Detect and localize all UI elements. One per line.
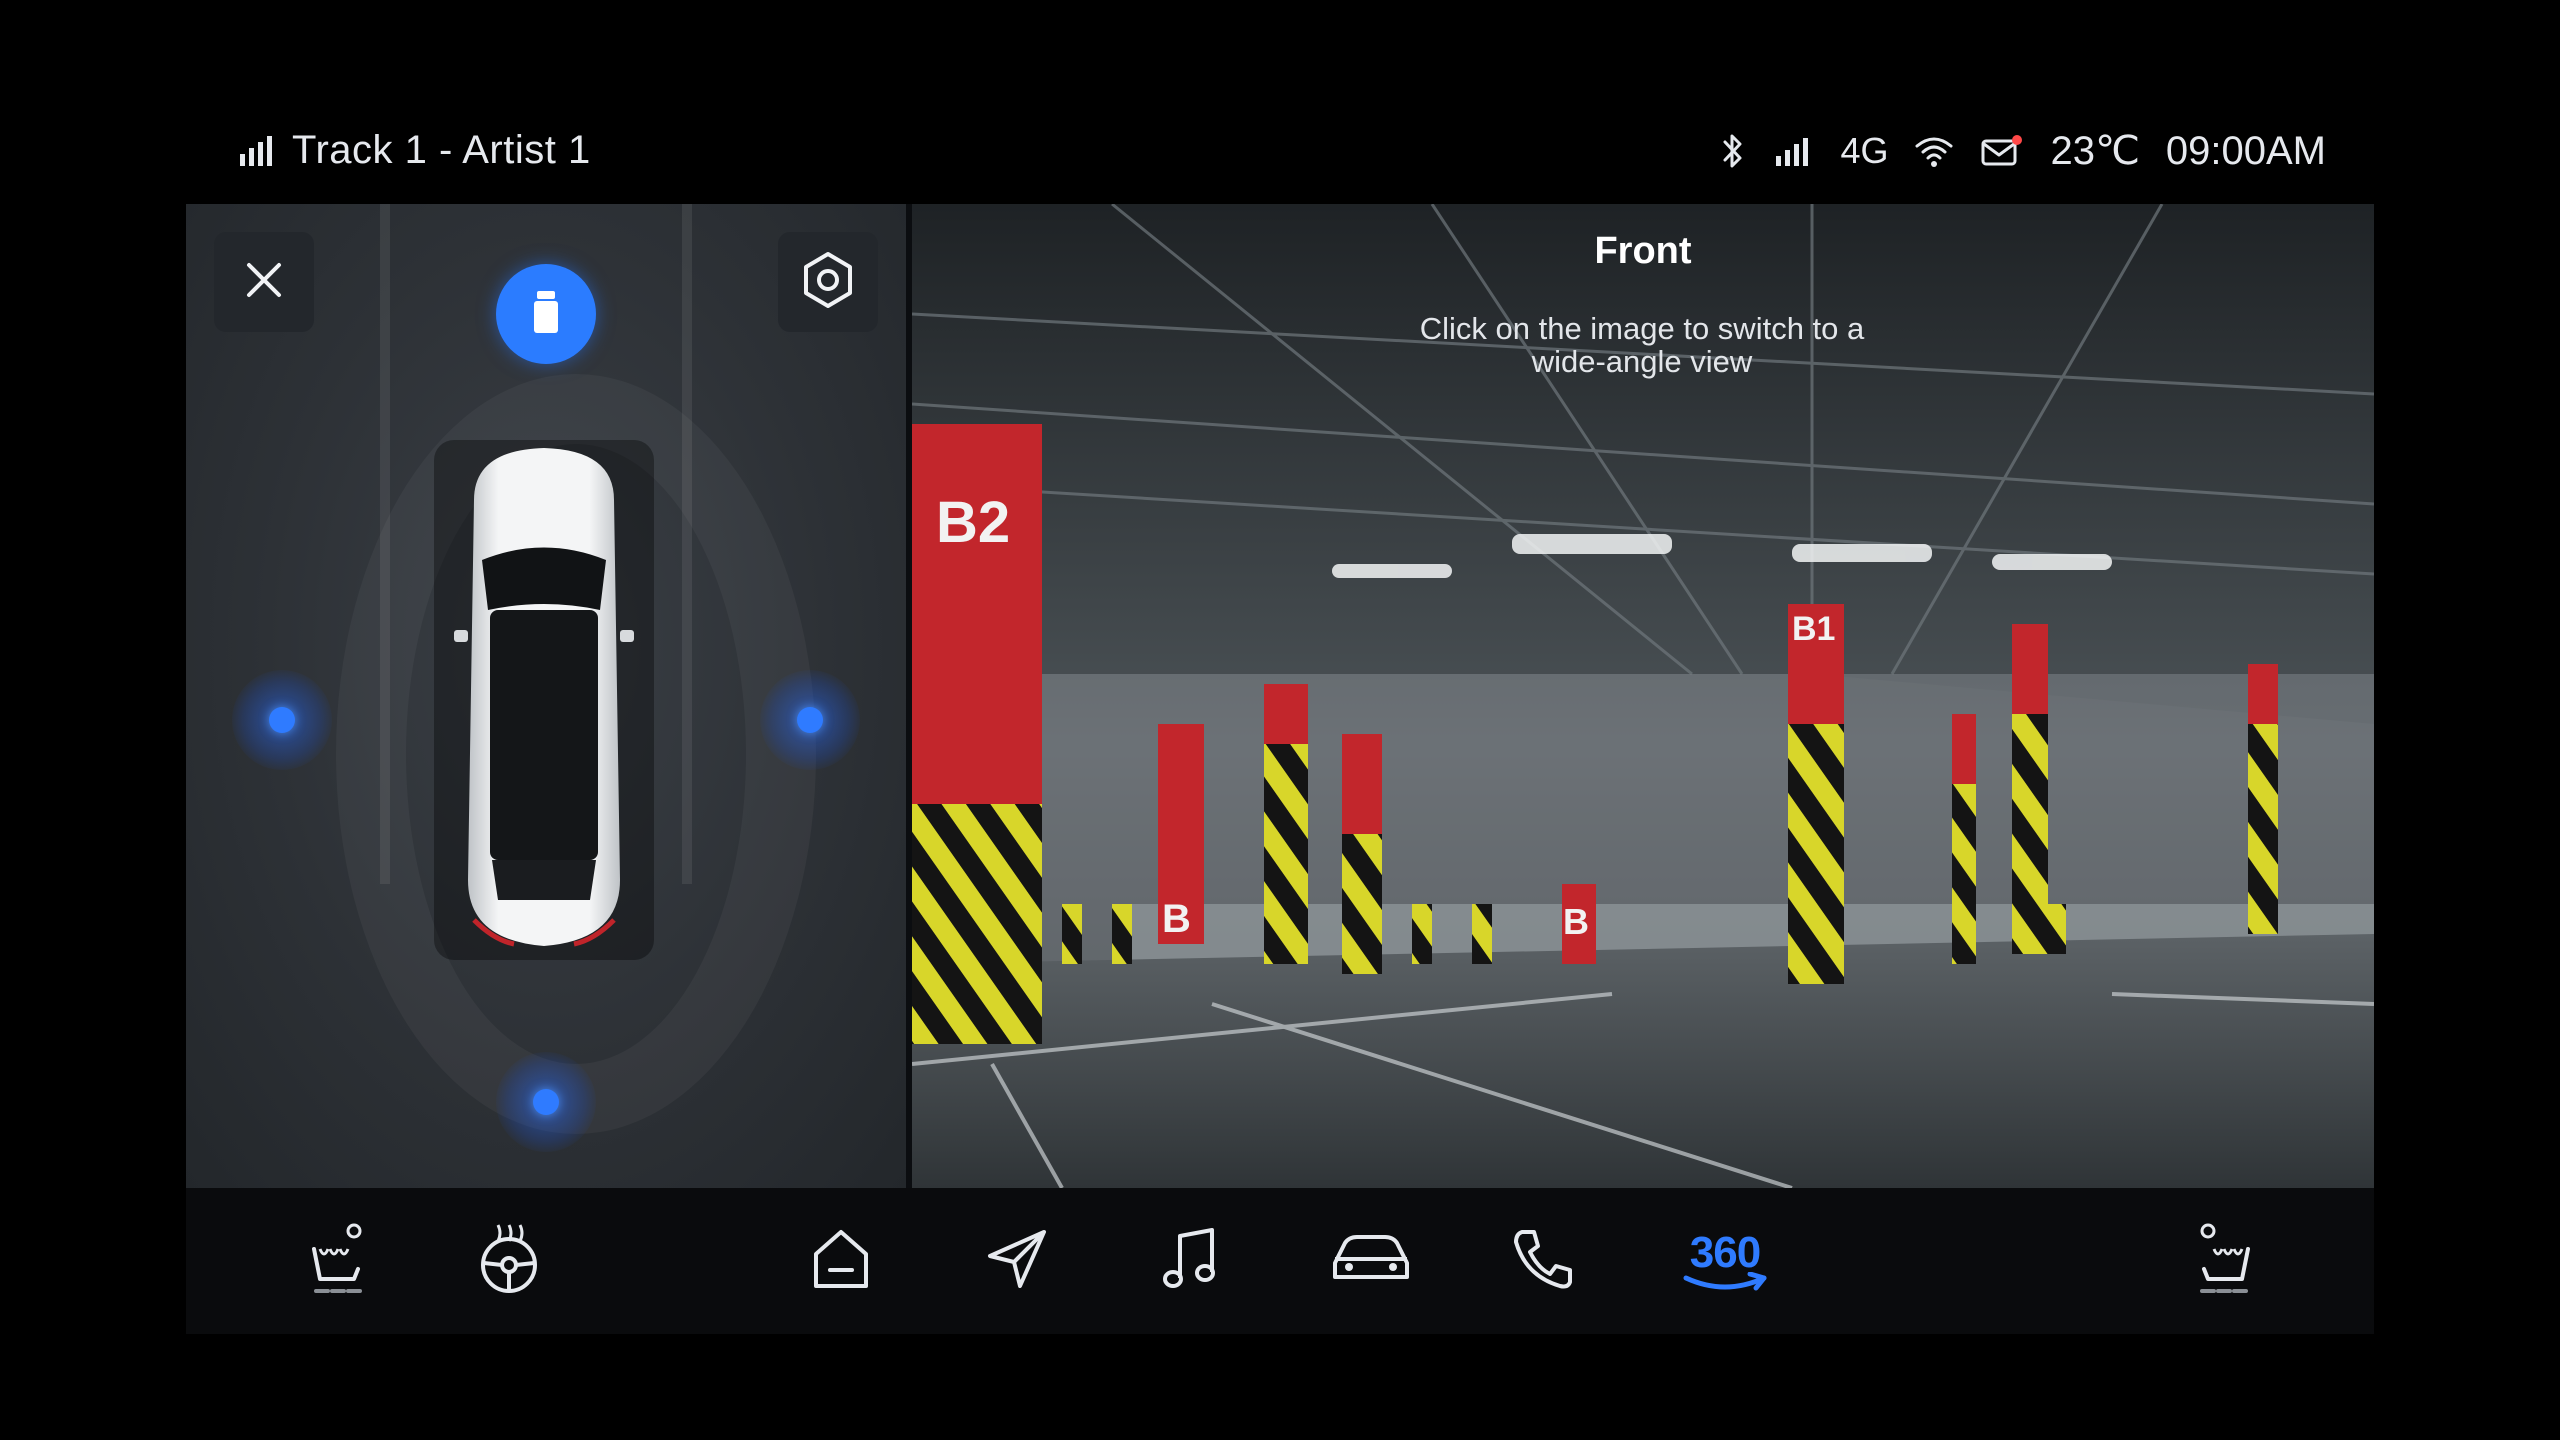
camera-selected-icon <box>526 287 566 342</box>
phone-button[interactable] <box>1498 1216 1588 1306</box>
close-icon <box>241 257 287 308</box>
navigation-button[interactable] <box>972 1216 1062 1306</box>
front-camera-feed[interactable]: B2 B1 B B Front Click on the image to sw… <box>912 204 2374 1188</box>
bluetooth-icon <box>1718 131 1748 171</box>
left-camera-dot <box>269 707 295 733</box>
settings-icon <box>798 250 858 315</box>
360-view-icon: 360 <box>1680 1228 1770 1294</box>
vehicle-button[interactable] <box>1326 1216 1416 1306</box>
home-button[interactable] <box>796 1216 886 1306</box>
rear-camera-button[interactable] <box>496 1052 596 1152</box>
network-type: 4G <box>1840 130 1889 171</box>
wifi-icon <box>1914 134 1954 168</box>
camera-title: Front <box>1594 230 1692 272</box>
surround-view-button[interactable]: 360 <box>1670 1216 1780 1306</box>
seat-heat-left-icon <box>298 1219 368 1304</box>
home-icon <box>806 1224 876 1299</box>
phone-icon <box>1508 1224 1578 1299</box>
seat-heat-left-button[interactable] <box>288 1216 378 1306</box>
svg-text:B2: B2 <box>936 490 1010 555</box>
clock: 09:00AM <box>2165 128 2326 173</box>
seat-heat-right-button[interactable] <box>2184 1216 2274 1306</box>
left-camera-button[interactable] <box>232 670 332 770</box>
surround-view-screen: B2 B1 B B Front Click on the image to sw… <box>186 204 2374 1334</box>
front-camera-button[interactable] <box>496 264 596 364</box>
media-info[interactable]: Track 1 - Artist 1 <box>238 128 591 173</box>
mail-icon[interactable] <box>1980 134 2024 168</box>
music-icon <box>1156 1224 1226 1299</box>
bottom-dock: 360 <box>186 1188 2374 1334</box>
steering-heat-button[interactable] <box>464 1216 554 1306</box>
signal-bars-icon <box>238 134 278 168</box>
right-camera-button[interactable] <box>760 670 860 770</box>
status-indicators: 4G 23℃ 09:00AM <box>1718 128 2326 174</box>
cell-signal-icon <box>1774 134 1814 168</box>
rear-camera-dot <box>533 1089 559 1115</box>
settings-button[interactable] <box>778 232 878 332</box>
seat-heat-right-icon <box>2194 1219 2264 1304</box>
steering-heat-icon <box>474 1219 544 1304</box>
status-bar: Track 1 - Artist 1 4G 23℃ 09:00AM <box>186 120 2326 190</box>
svg-text:B: B <box>1563 901 1589 942</box>
svg-text:B1: B1 <box>1792 610 1835 648</box>
music-button[interactable] <box>1146 1216 1236 1306</box>
camera-hint: Click on the image to switch to a wide-a… <box>1419 311 1865 379</box>
badge-360: 360 <box>1689 1228 1761 1277</box>
temperature: 23℃ <box>2050 129 2140 173</box>
vehicle-top-view <box>434 440 654 960</box>
right-camera-dot <box>797 707 823 733</box>
close-button[interactable] <box>214 232 314 332</box>
top-view-panel <box>186 204 906 1188</box>
navigation-icon <box>982 1224 1052 1299</box>
media-title: Track 1 - Artist 1 <box>292 128 591 172</box>
svg-text:B: B <box>1162 897 1191 941</box>
car-icon <box>1329 1229 1413 1294</box>
